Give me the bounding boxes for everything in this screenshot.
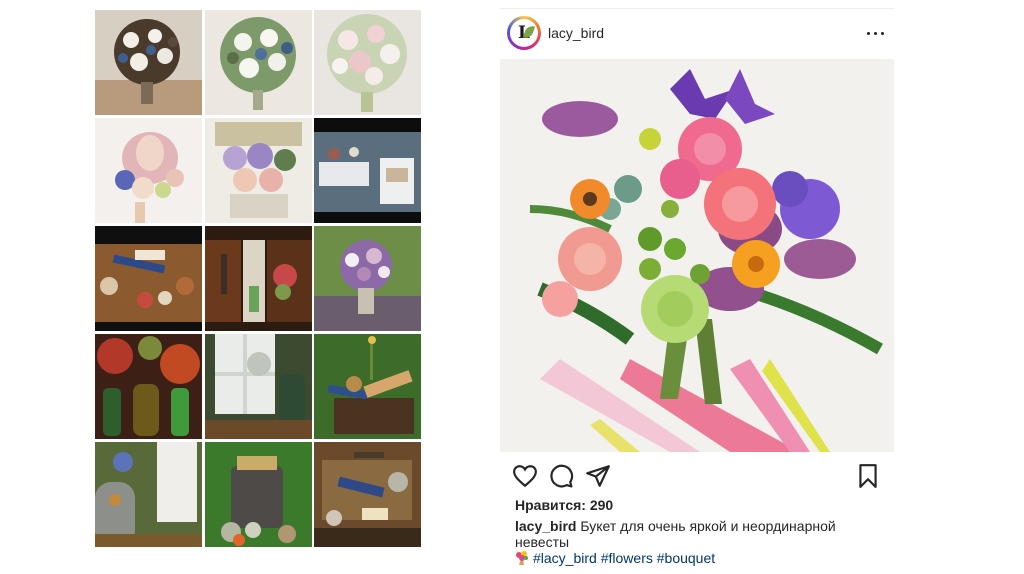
avatar-logo: L [510, 19, 538, 47]
grid-photo-basket-grass[interactable] [314, 334, 421, 439]
grid-photo-bouquet-lilac-basket[interactable] [204, 118, 312, 223]
post-caption: lacy_bird Букет для очень яркой и неорди… [515, 518, 890, 566]
paper-plane-icon[interactable] [585, 463, 611, 489]
bookmark-icon[interactable] [855, 463, 881, 489]
grid-photo-bouquet-green-white[interactable] [204, 10, 312, 115]
grid-photo-bouquet-pink-white[interactable] [314, 10, 421, 115]
grid-photo-window-decor[interactable] [204, 334, 312, 439]
grid-photo-bottles-autumn[interactable] [95, 334, 202, 439]
avatar[interactable]: L [507, 16, 541, 50]
grid-photo-picnic-table[interactable] [95, 226, 202, 331]
hashtag-lacy-bird[interactable]: #lacy_bird [533, 550, 597, 566]
more-dots-icon[interactable] [866, 24, 886, 42]
instagram-post: L lacy_bird [500, 8, 894, 566]
photo-grid [95, 10, 421, 547]
post-photo-bouquet[interactable] [500, 59, 894, 452]
grid-photo-garden-decor[interactable] [204, 226, 312, 331]
bouquet-emoji-icon [516, 551, 528, 565]
grid-photo-dessert-table[interactable] [314, 118, 421, 223]
caption-username[interactable]: lacy_bird [515, 518, 576, 534]
grid-photo-bouquet-white-blue[interactable] [95, 10, 202, 115]
post-actions [500, 460, 894, 490]
heart-icon[interactable] [512, 463, 538, 489]
hashtag-flowers[interactable]: #flowers [601, 550, 653, 566]
grid-photo-tray-decor[interactable] [314, 442, 421, 547]
grid-photo-bird-cage[interactable] [95, 442, 202, 547]
grid-photo-bouquet-purple-stump[interactable] [314, 226, 421, 331]
likes-count[interactable]: Нравится: 290 [515, 497, 613, 513]
post-header: L lacy_bird [500, 8, 894, 60]
hashtag-bouquet[interactable]: #bouquet [657, 550, 715, 566]
grid-photo-bouquet-protea[interactable] [95, 118, 202, 223]
comment-icon[interactable] [548, 463, 574, 489]
post-username[interactable]: lacy_bird [548, 25, 604, 41]
grid-photo-stump-decor[interactable] [204, 442, 312, 547]
